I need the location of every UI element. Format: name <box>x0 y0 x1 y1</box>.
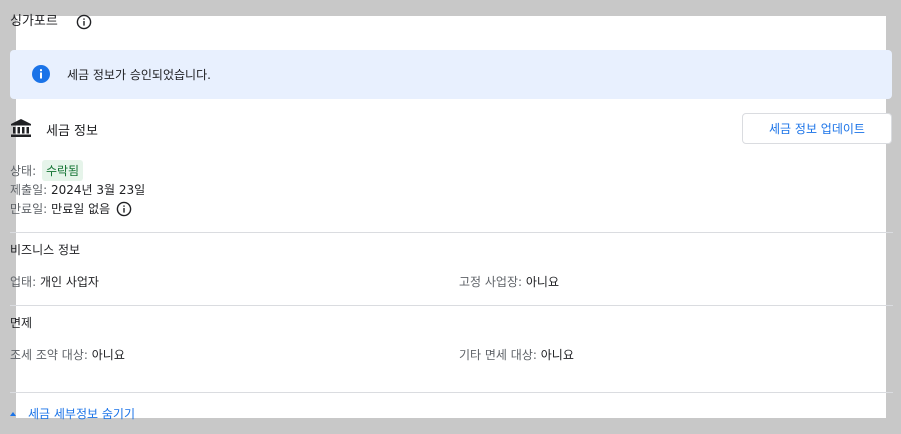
submitted-value: 2024년 3월 23일 <box>51 183 146 197</box>
tax-info-title: 세금 정보 <box>46 124 98 139</box>
exemption-title: 면제 <box>10 316 33 330</box>
other-exemption-label: 기타 면세 대상: <box>459 348 537 362</box>
fixed-place-value: 아니요 <box>525 275 560 289</box>
update-tax-info-button[interactable]: 세금 정보 업데이트 <box>742 113 892 144</box>
business-type-row: 업태: 개인 사업자 <box>10 273 99 290</box>
business-info-title: 비즈니스 정보 <box>10 243 81 257</box>
treaty-row: 조세 조약 대상: 아니요 <box>10 346 125 363</box>
fixed-place-row: 고정 사업장: 아니요 <box>459 273 559 290</box>
info-outline-icon[interactable] <box>76 14 92 30</box>
status-row: 상태: 수락됨 <box>10 160 84 181</box>
submitted-label: 제출일: <box>10 183 48 197</box>
status-label: 상태: <box>10 164 37 178</box>
other-exemption-row: 기타 면세 대상: 아니요 <box>459 346 574 363</box>
status-badge: 수락됨 <box>41 160 84 181</box>
page: 싱가포르 세금 정보가 승인되었습니다. 세금 정보 세금 정보 업데이트 상태… <box>0 0 901 434</box>
other-exemption-value: 아니요 <box>540 348 574 362</box>
business-type-label: 업태: <box>10 275 37 289</box>
fixed-place-label: 고정 사업장: <box>459 275 523 289</box>
hide-tax-details-link[interactable]: 세금 세부정보 숨기기 <box>10 405 135 422</box>
treaty-value: 아니요 <box>91 348 125 362</box>
country-title: 싱가포르 <box>10 14 58 29</box>
business-type-value: 개인 사업자 <box>39 275 99 289</box>
approval-banner: 세금 정보가 승인되었습니다. <box>10 50 892 99</box>
divider <box>10 392 893 393</box>
divider <box>10 305 893 306</box>
expiry-row: 만료일: 만료일 없음 <box>10 200 132 217</box>
expiry-value: 만료일 없음 <box>51 202 111 216</box>
treaty-label: 조세 조약 대상: <box>10 348 88 362</box>
info-filled-icon <box>31 64 51 84</box>
caret-up-icon <box>10 411 16 416</box>
submitted-row: 제출일: 2024년 3월 23일 <box>10 181 145 198</box>
expiry-info-icon[interactable] <box>116 201 132 217</box>
hide-tax-details-label: 세금 세부정보 숨기기 <box>28 407 135 421</box>
bank-icon <box>10 118 32 142</box>
expiry-label: 만료일: <box>10 202 48 216</box>
divider <box>10 232 893 233</box>
banner-message: 세금 정보가 승인되었습니다. <box>67 68 211 82</box>
